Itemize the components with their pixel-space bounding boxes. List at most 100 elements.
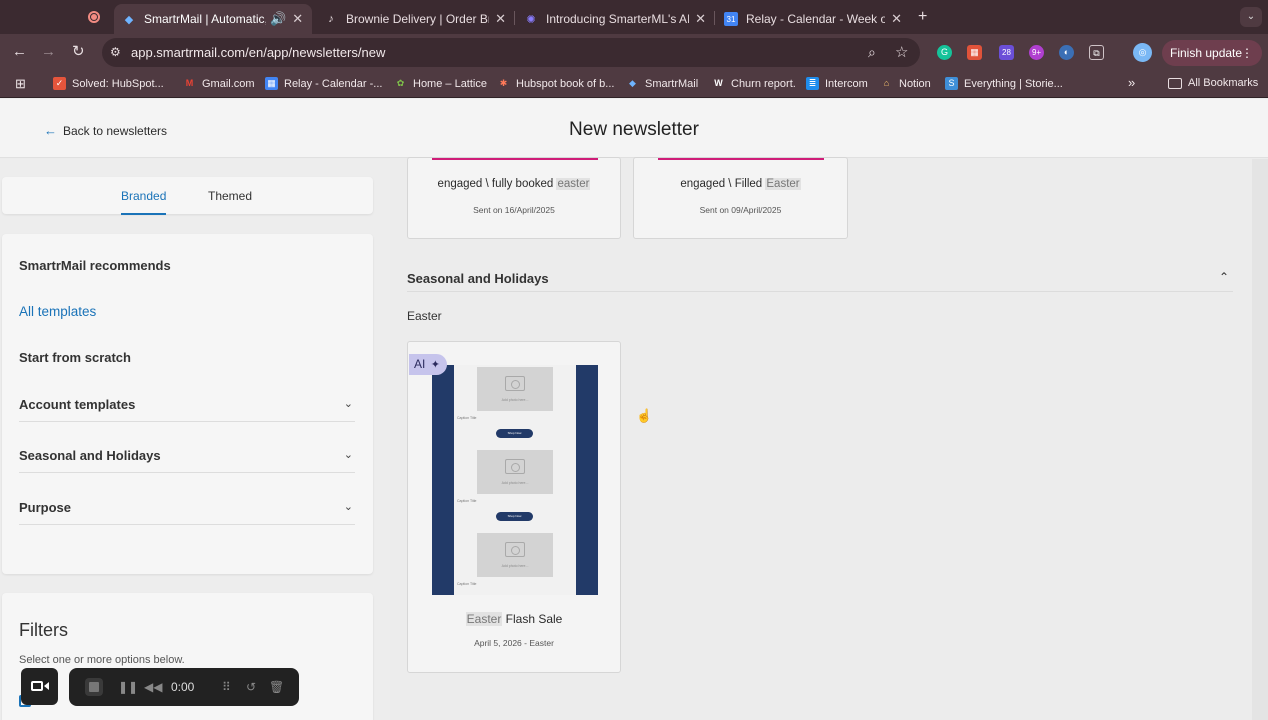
tab-close-icon[interactable]: ✕ <box>495 11 506 27</box>
main-scrollbar[interactable] <box>1252 159 1268 720</box>
back-arrow-icon[interactable]: ← <box>12 44 27 60</box>
bookmark-lattice[interactable]: ✿ Home – Lattice <box>394 77 487 90</box>
bookmark-label: Home – Lattice <box>413 77 487 90</box>
url-text[interactable]: app.smartrmail.com/en/app/newsletters/ne… <box>131 45 385 60</box>
bookmark-star-icon[interactable]: ☆ <box>895 43 908 61</box>
section-title: Seasonal and Holidays <box>407 271 549 286</box>
bookmark-label: Hubspot book of b... <box>516 77 615 90</box>
bookmark-gmail[interactable]: M Gmail.com <box>183 77 255 90</box>
tab-smarterml[interactable]: ✺ Introducing SmarterML's AI N ✕ <box>516 4 714 34</box>
bookmark-label: All Bookmarks <box>1188 77 1259 89</box>
bookmark-label: Intercom <box>825 77 868 90</box>
site-settings-icon[interactable]: ⚙ <box>110 45 121 59</box>
photo-placeholder: Add photo here... <box>477 533 553 577</box>
tab-close-icon[interactable]: ✕ <box>695 11 706 27</box>
video-camera-icon <box>31 681 43 691</box>
tab-close-icon[interactable]: ✕ <box>891 11 902 27</box>
nav-purpose[interactable]: Purpose ⌄ <box>19 500 355 525</box>
template-date: Sent on 09/April/2025 <box>699 205 782 215</box>
all-bookmarks-folder[interactable]: All Bookmarks <box>1168 77 1258 89</box>
bookmark-label: SmartrMail <box>645 77 699 90</box>
browser-tab-strip: ◆ SmartrMail | Automatic, pe 🔊 ✕ ♪ Brown… <box>0 0 1268 34</box>
speaker-icon[interactable]: 🔊 <box>270 11 286 27</box>
finish-update-button[interactable]: Finish update ⋮ <box>1162 40 1262 66</box>
extensions-puzzle-icon[interactable]: ⧉ <box>1089 45 1104 60</box>
tab-branded[interactable]: Branded <box>121 189 167 215</box>
profile-avatar-icon[interactable]: ◎ <box>1133 43 1152 62</box>
sparkle-icon: ✦ <box>430 359 440 371</box>
nav-start-from-scratch[interactable]: Start from scratch <box>19 350 355 365</box>
tab-smartrmail[interactable]: ◆ SmartrMail | Automatic, pe 🔊 ✕ <box>114 4 312 34</box>
template-preview-body: Add photo here... Caption Title Shop Now… <box>454 365 576 595</box>
lattice-bookmark-icon: ✿ <box>396 78 405 88</box>
drag-handle-icon[interactable]: ⠿ <box>222 680 231 694</box>
hubspot-bookmark-icon: ✓ <box>53 77 66 90</box>
nav-label: Account templates <box>19 397 136 412</box>
tab-search-chevron-icon[interactable]: ⌄ <box>1240 7 1262 27</box>
stories-bookmark-icon: S <box>945 77 958 90</box>
template-name: engaged \ Filled Easter <box>680 178 801 190</box>
trash-icon[interactable]: 🗑 <box>269 680 284 694</box>
extension-badge-icon[interactable]: 9+ <box>1029 45 1044 60</box>
apps-grid-icon[interactable]: ⊞ <box>15 76 26 92</box>
bookmark-label: Everything | Storie... <box>964 77 1063 90</box>
bookmark-label: Relay - Calendar -... <box>284 77 383 90</box>
subsection-title: Easter <box>407 309 442 323</box>
smarterml-favicon-icon: ✺ <box>526 13 536 26</box>
bookmark-relay-calendar[interactable]: ▦ Relay - Calendar -... <box>265 77 382 90</box>
extension-leaf-icon[interactable]: ◐ <box>1059 45 1074 60</box>
reload-icon[interactable]: ↻ <box>72 44 85 60</box>
bookmark-churn-report[interactable]: W Churn report. <box>712 77 796 90</box>
section-divider <box>407 291 1233 292</box>
video-camera-lens-icon <box>44 682 49 690</box>
nav-account-templates[interactable]: Account templates ⌄ <box>19 397 355 422</box>
tab-title: SmartrMail | Automatic, pe <box>144 12 266 26</box>
forward-arrow-icon[interactable]: → <box>41 44 56 60</box>
restart-icon[interactable]: ↺ <box>246 680 256 694</box>
tab-title: Brownie Delivery | Order Brow <box>346 12 489 26</box>
stop-recording-button[interactable] <box>85 678 103 696</box>
zoom-icon[interactable]: ⌕ <box>868 44 876 61</box>
recording-controls: ❚❚ ◀◀ 0:00 ⠿ ↺ 🗑 <box>69 668 299 706</box>
grammarly-icon[interactable]: G <box>937 45 952 60</box>
tab-title: Relay - Calendar - Week of M <box>746 12 886 26</box>
camera-icon <box>505 542 525 557</box>
bookmark-intercom[interactable]: ≣ Intercom <box>806 77 868 90</box>
bookmark-storiesonboard[interactable]: S Everything | Storie... <box>945 77 1063 90</box>
mouse-cursor-icon: ☝ <box>636 408 653 423</box>
bookmark-hubspot-solved[interactable]: ✓ Solved: HubSpot... <box>53 77 164 90</box>
camera-toggle-button[interactable] <box>21 668 58 705</box>
new-tab-button[interactable]: + <box>918 8 927 26</box>
tab-close-icon[interactable]: ✕ <box>292 11 303 27</box>
address-bar[interactable]: ⚙ app.smartrmail.com/en/app/newsletters/… <box>102 38 920 67</box>
template-card-filled[interactable]: engaged \ Filled Easter Sent on 09/April… <box>633 157 848 239</box>
more-bookmarks-chevron-icon[interactable]: » <box>1128 75 1135 90</box>
bookmark-hubspot-book[interactable]: ✱ Hubspot book of b... <box>497 77 615 90</box>
template-thumbnail-edge <box>432 158 598 160</box>
tab-relay-calendar[interactable]: 31 Relay - Calendar - Week of M ✕ <box>716 4 910 34</box>
chevron-up-icon[interactable]: ⌃ <box>1219 270 1229 284</box>
filters-title: Filters <box>19 620 68 640</box>
sidebar: Branded Themed SmartrMail recommends All… <box>0 159 390 720</box>
pause-icon[interactable]: ❚❚ <box>118 680 138 694</box>
brownie-favicon-icon: ♪ <box>328 13 334 25</box>
browser-toolbar: ← → ↻ ⚙ app.smartrmail.com/en/app/newsle… <box>0 34 1268 71</box>
tab-themed[interactable]: Themed <box>208 189 252 203</box>
template-date: Sent on 16/April/2025 <box>473 205 555 215</box>
calendar-extension-icon[interactable]: ▦ <box>967 45 982 60</box>
template-card-easter-flash-sale[interactable]: Add photo here... Caption Title Shop Now… <box>407 341 621 673</box>
smartrmail-bookmark-icon: ◆ <box>629 78 636 88</box>
calendar-badge-icon[interactable]: 28 <box>999 45 1014 60</box>
tab-brownie[interactable]: ♪ Brownie Delivery | Order Brow ✕ <box>316 4 514 34</box>
nav-seasonal-holidays[interactable]: Seasonal and Holidays ⌄ <box>19 448 355 473</box>
template-card-fully-booked[interactable]: engaged \ fully booked easter Sent on 16… <box>407 157 621 239</box>
nav-all-templates[interactable]: All templates <box>19 304 355 319</box>
intercom-bookmark-icon: ≣ <box>806 77 819 90</box>
nav-smartrmail-recommends[interactable]: SmartrMail recommends <box>19 258 355 273</box>
more-menu-icon[interactable]: ⋮ <box>1241 40 1253 66</box>
bookmark-notion[interactable]: ⌂ Notion <box>880 77 931 90</box>
template-thumbnail-edge <box>658 158 824 160</box>
chevron-down-icon: ⌄ <box>343 501 353 513</box>
rewind-icon[interactable]: ◀◀ <box>144 680 162 694</box>
bookmark-smartrmail[interactable]: ◆ SmartrMail <box>626 77 698 90</box>
